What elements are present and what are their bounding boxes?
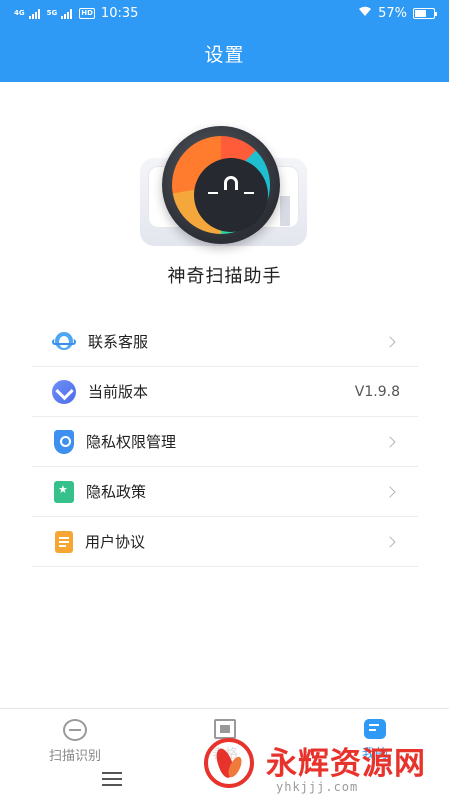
version-value: V1.9.8 [354, 383, 400, 400]
settings-item-label: 隐私政策 [86, 483, 147, 501]
chevron-right-icon [384, 435, 396, 448]
battery-percent: 57% [378, 6, 407, 21]
lens-icon [162, 126, 280, 244]
signal-icon-2 [61, 8, 73, 19]
headset-icon [52, 330, 76, 354]
watermark: 永辉资源网 yhkjjj.com [196, 736, 449, 800]
wifi-icon [358, 6, 372, 21]
clock: 10:35 [100, 6, 139, 21]
scan-face-icon [63, 719, 87, 741]
network-4g-indicator: 4G [14, 9, 25, 17]
page-title: 设置 [204, 44, 245, 66]
chevron-right-icon [384, 485, 396, 498]
status-bar: 4G 5G HD 10:35 57% [0, 0, 449, 28]
hd-indicator: HD [79, 8, 95, 19]
signal-icon [28, 8, 40, 19]
tab-label: 扫描识别 [48, 749, 101, 764]
settings-item-current-version[interactable]: 当前版本 V1.9.8 [32, 367, 418, 417]
tab-scan[interactable]: 扫描识别 [20, 719, 130, 764]
policy-icon [54, 480, 74, 503]
shield-key-icon [54, 429, 74, 454]
settings-item-label: 隐私权限管理 [86, 433, 177, 451]
menu-icon[interactable] [102, 772, 122, 786]
settings-item-label: 用户协议 [85, 533, 146, 551]
settings-list: 联系客服 当前版本 V1.9.8 隐私权限管理 隐私政策 用户协议 [32, 317, 418, 567]
watermark-url: yhkjjj.com [276, 780, 359, 794]
watermark-logo-icon [204, 738, 254, 788]
settings-item-privacy-permissions[interactable]: 隐私权限管理 [32, 417, 418, 467]
app-name: 神奇扫描助手 [167, 266, 282, 287]
network-5g-indicator: 5G [46, 9, 58, 17]
settings-item-user-agreement[interactable]: 用户协议 [32, 517, 418, 567]
watermark-text: 永辉资源网 [266, 746, 426, 782]
version-icon [52, 379, 76, 404]
app-logo [140, 118, 307, 246]
settings-item-contact-support[interactable]: 联系客服 [32, 317, 418, 367]
title-bar: 4G 5G HD 10:35 57% 设置 [0, 0, 449, 82]
chevron-right-icon [384, 335, 396, 348]
settings-item-label: 联系客服 [88, 333, 149, 351]
chevron-right-icon [384, 535, 396, 548]
settings-item-label: 当前版本 [88, 383, 149, 401]
battery-icon [413, 8, 437, 19]
settings-item-privacy-policy[interactable]: 隐私政策 [32, 467, 418, 517]
document-icon [55, 530, 73, 553]
